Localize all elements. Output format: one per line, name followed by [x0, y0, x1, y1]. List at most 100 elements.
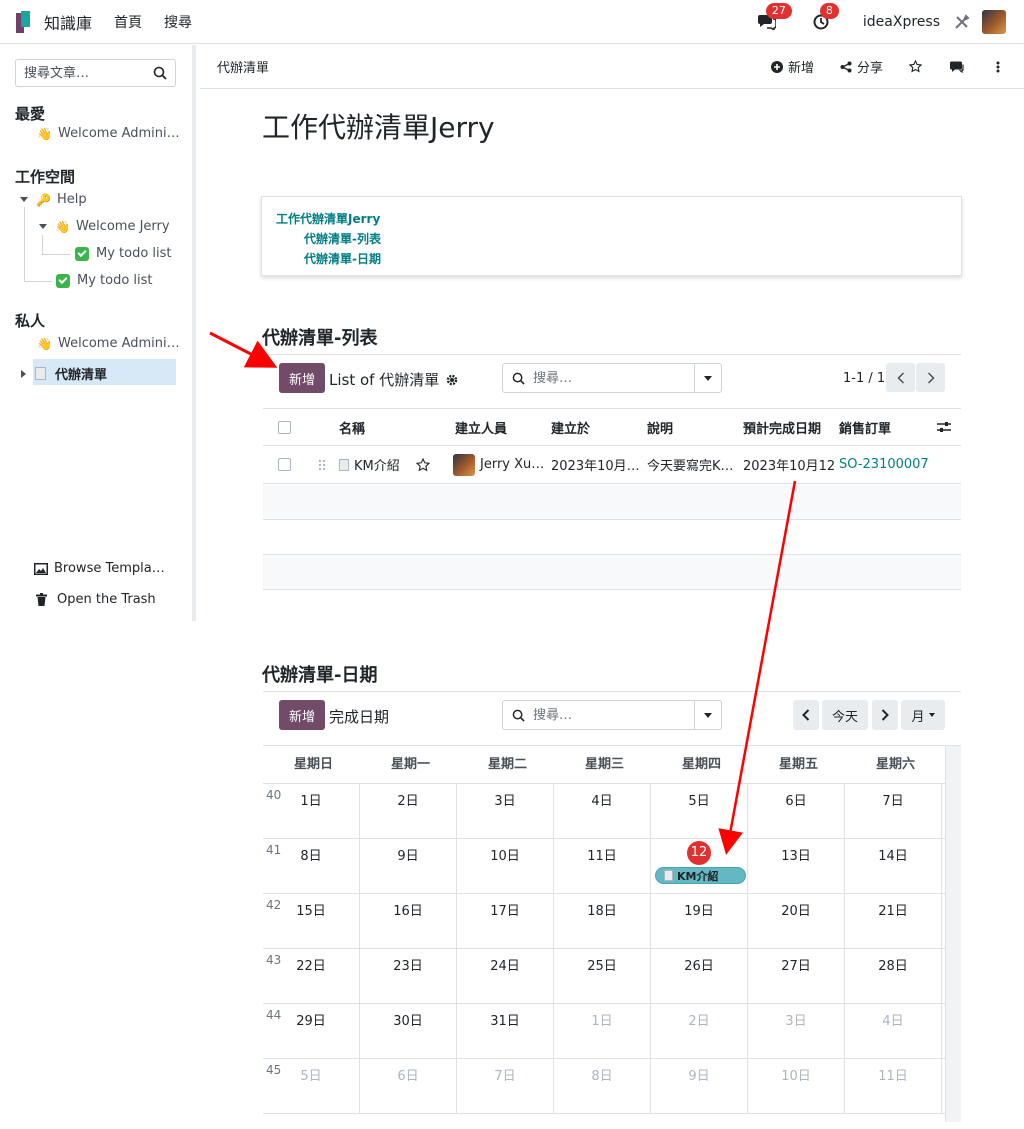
calendar-day[interactable]: 11日 [845, 1059, 942, 1114]
calendar-day[interactable]: 2日 [360, 784, 457, 839]
row-due-date-cell[interactable]: 2023年10月12 [743, 446, 837, 483]
star-icon[interactable] [415, 457, 430, 472]
user-avatar[interactable] [982, 9, 1006, 34]
column-header-created-on[interactable]: 建立於 [551, 409, 590, 445]
calendar-new-button[interactable]: 新增 [279, 700, 325, 730]
caret-down-icon[interactable] [20, 197, 28, 202]
search-options-toggle[interactable] [694, 701, 721, 729]
list-search-input[interactable] [533, 370, 688, 386]
calendar-scale-dropdown[interactable]: 月 [901, 700, 945, 730]
calendar-scrollbar[interactable] [945, 746, 961, 1122]
star-icon[interactable] [909, 60, 922, 73]
calendar-day[interactable]: 24日 [457, 949, 554, 1004]
drag-handle-icon[interactable] [318, 446, 326, 483]
app-brand[interactable]: 知識庫 [16, 10, 92, 34]
toc-item[interactable]: 代辦清單-列表 [276, 229, 947, 249]
calendar-day[interactable]: 13日 [748, 839, 845, 894]
list-search-box[interactable] [502, 363, 722, 393]
calendar-day[interactable]: 9日 [651, 1059, 748, 1114]
company-switcher[interactable]: ideaXpress [863, 14, 940, 30]
toc-item[interactable]: 工作代辦清單Jerry [276, 209, 947, 229]
calendar-day[interactable]: 31日 [457, 1004, 554, 1059]
menu-home[interactable]: 首頁 [114, 12, 142, 32]
calendar-day[interactable]: 18日 [554, 894, 651, 949]
row-sales-order-link[interactable]: SO-23100007 [839, 446, 933, 483]
calendar-day[interactable]: 20日 [748, 894, 845, 949]
pager-value[interactable]: 1-1 / 1 [843, 371, 885, 386]
article-title[interactable]: 工作代辦清單Jerry [262, 106, 495, 146]
search-icon[interactable] [153, 66, 167, 80]
calendar-section-heading[interactable]: 代辦清單-日期 [262, 661, 377, 687]
calendar-today-button[interactable]: 今天 [822, 700, 868, 730]
sidebar-item-help[interactable]: 🔑 Help [20, 192, 87, 207]
row-name-cell[interactable]: KM介紹 [339, 446, 449, 483]
toc-item[interactable]: 代辦清單-日期 [276, 249, 947, 269]
calendar-day[interactable]: 22日 [263, 949, 360, 1004]
calendar-day[interactable]: 16日 [360, 894, 457, 949]
calendar-day[interactable]: 7日 [457, 1059, 554, 1114]
calendar-day[interactable]: 1日 [554, 1004, 651, 1059]
new-article-button[interactable]: 新增 [770, 57, 814, 76]
select-all-checkbox[interactable] [278, 409, 291, 445]
row-created-on-cell[interactable]: 2023年10月… [551, 446, 645, 483]
pager-previous-button[interactable] [886, 363, 915, 392]
calendar-day[interactable]: 9日 [360, 839, 457, 894]
calendar-day[interactable]: 6日 [748, 784, 845, 839]
calendar-day[interactable]: 6日 [360, 1059, 457, 1114]
article-search[interactable] [15, 59, 176, 87]
calendar-day[interactable]: 25日 [554, 949, 651, 1004]
calendar-prev-button[interactable] [793, 700, 819, 730]
optional-columns-toggle[interactable] [937, 409, 951, 445]
messages-button[interactable]: 27 [755, 2, 792, 34]
sidebar-item-welcome-admin[interactable]: 👋 Welcome Admini… [37, 336, 180, 351]
row-checkbox[interactable] [278, 446, 291, 483]
browse-templates-link[interactable]: Browse Templa… [34, 561, 165, 576]
calendar-day[interactable]: 8日 [554, 1059, 651, 1114]
calendar-search-box[interactable] [502, 700, 722, 730]
table-row[interactable]: KM介紹 Jerry Xu… 2023年10月… 今天要寫完K… 2023年10… [263, 446, 961, 484]
calendar-day[interactable]: 27日 [748, 949, 845, 1004]
caret-right-icon[interactable] [21, 369, 26, 378]
calendar-next-button[interactable] [872, 700, 898, 730]
pager-next-button[interactable] [916, 363, 945, 392]
activities-button[interactable]: 8 [809, 2, 839, 34]
column-header-created-by[interactable]: 建立人員 [455, 409, 507, 445]
calendar-day[interactable]: 10日 [457, 839, 554, 894]
caret-down-icon[interactable] [39, 224, 47, 229]
row-created-by-cell[interactable]: Jerry Xu… [453, 446, 547, 483]
sidebar-item-todo-child[interactable]: My todo list [75, 246, 172, 261]
column-header-description[interactable]: 說明 [647, 409, 673, 445]
sidebar-item-welcome-admin-fav[interactable]: 👋 Welcome Admini… [37, 126, 180, 141]
calendar-day[interactable]: 2日 [651, 1004, 748, 1059]
column-header-due-date[interactable]: 預計完成日期 [743, 409, 821, 445]
calendar-day[interactable]: 1日 [263, 784, 360, 839]
sidebar-item-todo[interactable]: My todo list [56, 273, 153, 288]
calendar-day[interactable]: 8日 [263, 839, 360, 894]
calendar-day[interactable]: 26日 [651, 949, 748, 1004]
tools-icon[interactable] [954, 13, 970, 30]
calendar-day[interactable]: 7日 [845, 784, 942, 839]
more-vertical-icon[interactable] [996, 61, 1000, 73]
calendar-day[interactable]: 29日 [263, 1004, 360, 1059]
calendar-event[interactable]: KM介紹 [655, 867, 746, 884]
article-search-input[interactable] [24, 65, 149, 81]
open-trash-link[interactable]: Open the Trash [36, 592, 156, 607]
chat-icon[interactable] [950, 61, 964, 73]
calendar-day[interactable]: 3日 [748, 1004, 845, 1059]
row-description-cell[interactable]: 今天要寫完K… [647, 446, 741, 483]
calendar-day[interactable]: 23日 [360, 949, 457, 1004]
list-section-heading[interactable]: 代辦清單-列表 [262, 324, 377, 350]
calendar-day[interactable]: 30日 [360, 1004, 457, 1059]
calendar-day[interactable]: 10日 [748, 1059, 845, 1114]
calendar-day[interactable]: 14日 [845, 839, 942, 894]
calendar-day[interactable]: 3日 [457, 784, 554, 839]
column-header-name[interactable]: 名稱 [339, 409, 365, 445]
calendar-search-input[interactable] [533, 707, 688, 723]
calendar-day[interactable]: 19日 [651, 894, 748, 949]
sidebar-item-todo-list[interactable]: 代辦清單 [21, 364, 107, 383]
column-header-sales-order[interactable]: 銷售訂單 [839, 409, 891, 445]
calendar-day[interactable]: 5日 [651, 784, 748, 839]
sidebar-item-welcome-jerry[interactable]: 👋 Welcome Jerry [39, 219, 170, 234]
list-new-button[interactable]: 新增 [279, 363, 325, 393]
gear-icon[interactable] [446, 374, 458, 386]
